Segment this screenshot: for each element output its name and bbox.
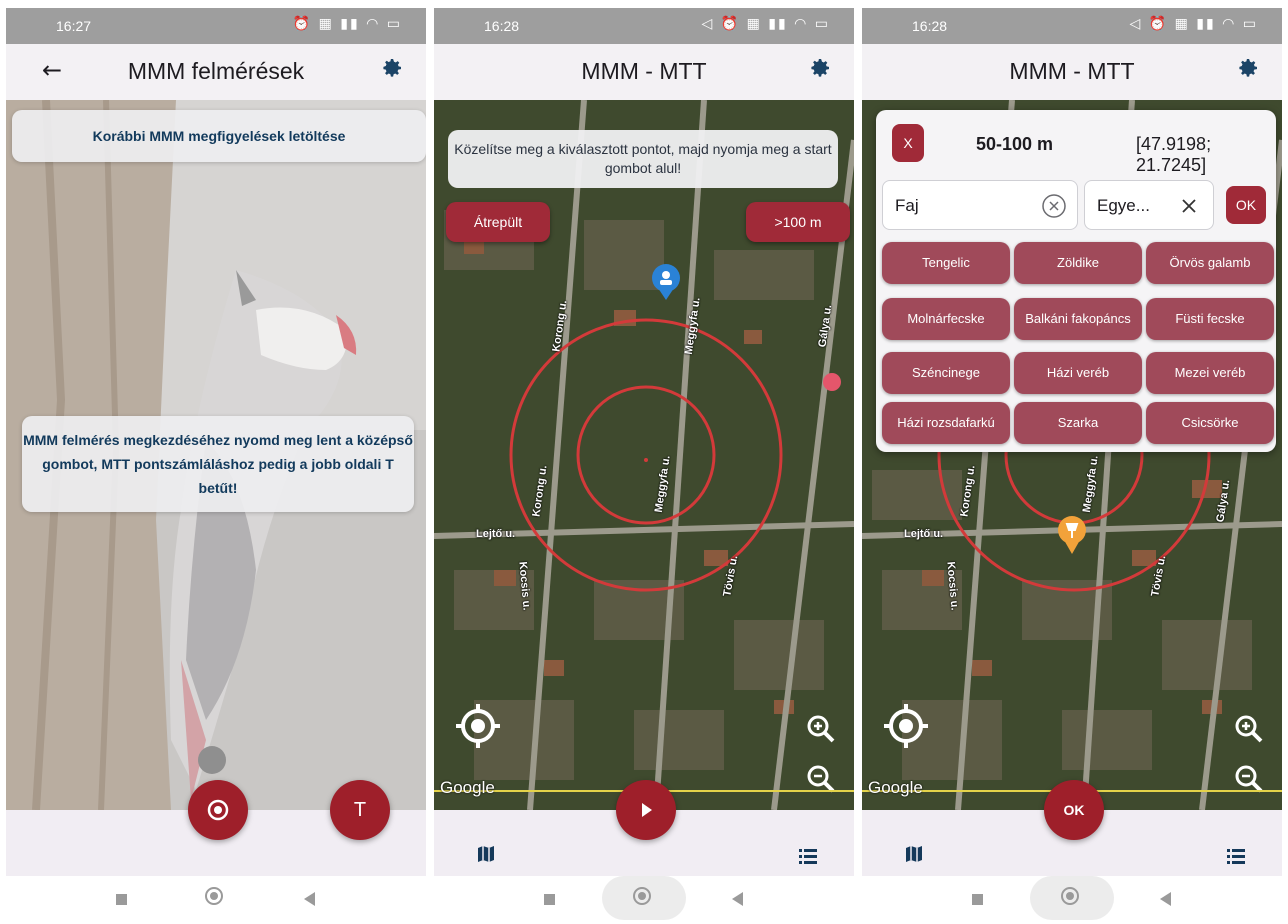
woodpecker-background: Korábbi MMM megfigyelések letöltése MMM …	[6, 100, 426, 810]
zoom-in-icon[interactable]	[1234, 714, 1264, 744]
home-button[interactable]	[1061, 887, 1079, 905]
gear-icon[interactable]	[808, 56, 832, 80]
page-title: MMM - MTT	[1009, 58, 1135, 84]
approach-point-hint: Közelítse meg a kiválasztott pontot, maj…	[448, 130, 838, 188]
species-chip[interactable]: Balkáni fakopáncs	[1014, 298, 1142, 340]
phone-screen-map: 16:28 ◁ ⏰ ▦ ▮▮ ◠ ▭ MMM - MTT Korong u. M…	[434, 8, 854, 920]
google-attribution: Google	[868, 778, 923, 797]
species-chip[interactable]: Széncinege	[882, 352, 1010, 394]
app-bar: MMM - MTT	[434, 44, 854, 100]
clear-icon[interactable]	[1181, 198, 1197, 214]
status-icons: ◁ ⏰ ▦ ▮▮ ◠ ▭	[1129, 16, 1258, 32]
recent-apps-button[interactable]	[972, 894, 983, 905]
species-chip[interactable]: Molnárfecske	[882, 298, 1010, 340]
crosshair-icon[interactable]	[454, 702, 502, 750]
status-time: 16:28	[912, 18, 948, 34]
map-icon[interactable]	[904, 844, 924, 864]
distance-over-100m-button[interactable]: >100 m	[746, 202, 850, 242]
zoom-in-icon[interactable]	[806, 714, 836, 744]
app-bar: ← MMM felmérések	[6, 44, 426, 100]
status-icons: ⏰ ▦ ▮▮ ◠ ▭	[292, 16, 402, 32]
page-title: MMM felmérések	[127, 58, 305, 84]
download-previous-observations-card[interactable]: Korábbi MMM megfigyelések letöltése	[12, 110, 426, 162]
satellite-map[interactable]: Korong u. Meggyfa u. Gálya u. Lejtő u. K…	[862, 100, 1282, 810]
atrepult-button[interactable]: Átrepült	[446, 202, 550, 242]
species-chip[interactable]: Füsti fecske	[1146, 298, 1274, 340]
home-button[interactable]	[205, 887, 223, 905]
species-chip[interactable]: Házi rozsdafarkú	[882, 402, 1010, 444]
status-icons: ◁ ⏰ ▦ ▮▮ ◠ ▭	[701, 16, 830, 32]
start-play-button[interactable]	[616, 780, 676, 840]
system-nav-bar	[434, 876, 854, 920]
play-icon	[642, 803, 652, 817]
status-bar: 16:27 ⏰ ▦ ▮▮ ◠ ▭	[6, 8, 426, 44]
app-bar: MMM - MTT	[862, 44, 1282, 100]
gear-icon[interactable]	[380, 56, 404, 80]
confirm-ok-fab[interactable]: OK	[1044, 780, 1104, 840]
clear-circle-icon[interactable]	[1041, 193, 1067, 219]
distance-band: 50-100 m	[976, 134, 1054, 154]
species-chip[interactable]: Mezei veréb	[1146, 352, 1274, 394]
list-icon[interactable]	[1226, 846, 1246, 866]
road-label: Lejtő u.	[476, 528, 516, 540]
count-input[interactable]: Egye...	[1084, 180, 1214, 230]
back-nav-button[interactable]	[1160, 892, 1171, 906]
species-selection-panel: X 50-100 m [47.9198; 21.7245] Faj Egye..…	[876, 110, 1276, 452]
status-time: 16:27	[56, 18, 92, 34]
phone-screen-mmm-felmeresek: 16:27 ⏰ ▦ ▮▮ ◠ ▭ ← MMM felmérések Korább…	[6, 8, 426, 920]
close-panel-button[interactable]: X	[892, 124, 924, 162]
status-bar: 16:28 ◁ ⏰ ▦ ▮▮ ◠ ▭	[862, 8, 1282, 44]
start-instruction-card: MMM felmérés megkezdéséhez nyomd meg len…	[22, 416, 414, 512]
status-time: 16:28	[484, 18, 520, 34]
system-nav-bar	[862, 876, 1282, 920]
list-icon[interactable]	[798, 846, 818, 866]
page-title: MMM - MTT	[581, 58, 707, 84]
back-nav-button[interactable]	[732, 892, 743, 906]
map-icon[interactable]	[476, 844, 496, 864]
species-chip[interactable]: Házi veréb	[1014, 352, 1142, 394]
species-input[interactable]: Faj	[882, 180, 1078, 230]
species-chip[interactable]: Szarka	[1014, 402, 1142, 444]
crosshair-icon[interactable]	[882, 702, 930, 750]
coordinates: [47.9198; 21.7245]	[1136, 134, 1212, 175]
satellite-map[interactable]: Korong u. Meggyfa u. Gálya u. Lejtő u. K…	[434, 100, 854, 810]
gear-icon[interactable]	[1236, 56, 1260, 80]
home-button[interactable]	[633, 887, 651, 905]
species-chip[interactable]: Tengelic	[882, 242, 1010, 284]
species-input-value: Faj	[895, 196, 919, 215]
status-bar: 16:28 ◁ ⏰ ▦ ▮▮ ◠ ▭	[434, 8, 854, 44]
start-mmm-survey-button[interactable]	[188, 780, 248, 840]
system-nav-bar	[6, 876, 426, 920]
recent-apps-button[interactable]	[544, 894, 555, 905]
species-chip[interactable]: Csicsörke	[1146, 402, 1274, 444]
back-nav-button[interactable]	[304, 892, 315, 906]
mtt-point-count-button[interactable]: T	[330, 780, 390, 840]
count-input-value: Egye...	[1097, 196, 1150, 215]
confirm-ok-button[interactable]: OK	[1226, 186, 1266, 224]
google-attribution: Google	[440, 778, 495, 797]
recent-apps-button[interactable]	[116, 894, 127, 905]
record-circle-icon	[207, 799, 229, 821]
species-chip[interactable]: Zöldike	[1014, 242, 1142, 284]
species-chip[interactable]: Örvös galamb	[1146, 242, 1274, 284]
road-label: Lejtő u.	[904, 528, 944, 540]
phone-screen-species-picker: 16:28 ◁ ⏰ ▦ ▮▮ ◠ ▭ MMM - MTT Korong u. M…	[862, 8, 1282, 920]
